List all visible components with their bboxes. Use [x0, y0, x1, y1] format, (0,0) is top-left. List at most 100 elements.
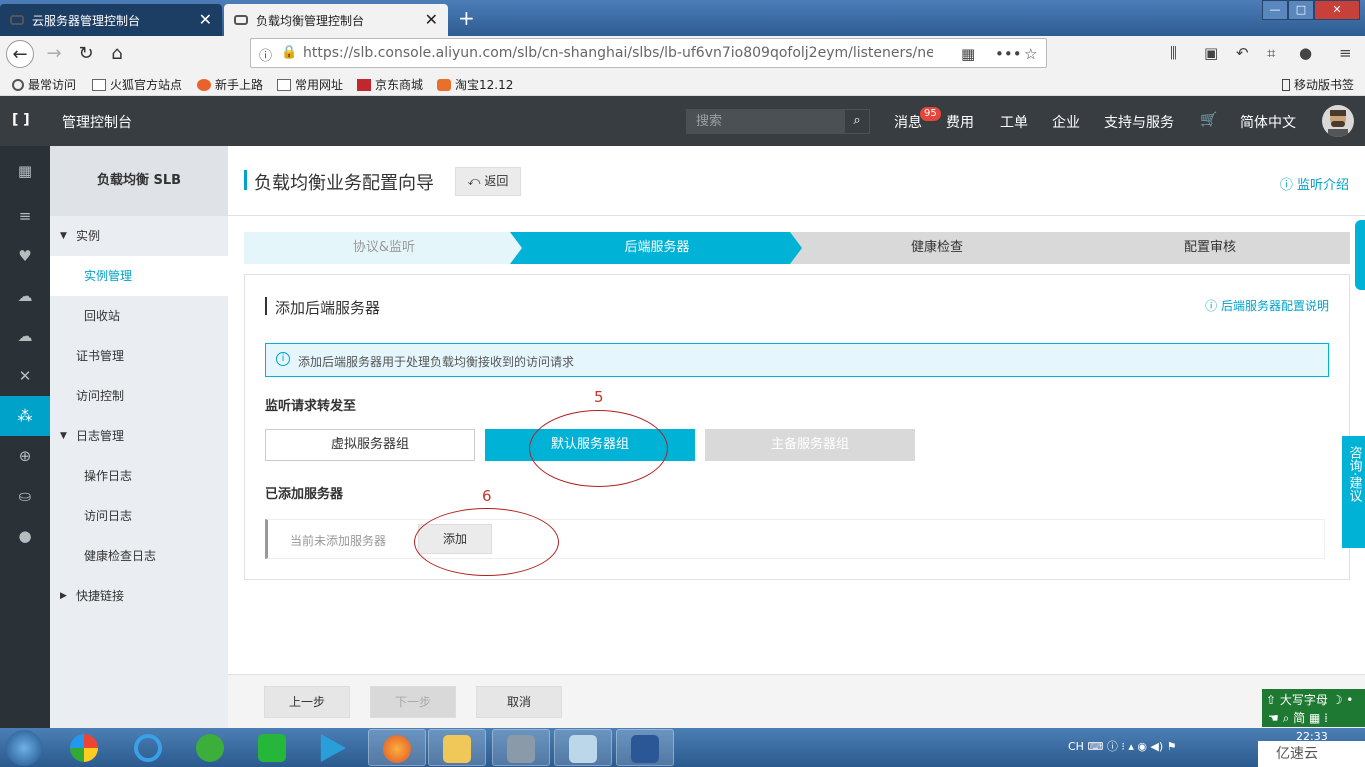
browser-tab-bar: 云服务器管理控制台 ✕ 负载均衡管理控制台 ✕ + — □ ✕: [0, 0, 1365, 36]
taskbar-app-firefox[interactable]: [368, 729, 426, 766]
reload-icon[interactable]: ↻: [72, 40, 100, 68]
home-icon[interactable]: ⌂: [103, 40, 131, 68]
qrcode-icon[interactable]: ▦: [961, 45, 975, 63]
cart-icon[interactable]: 🛒: [1200, 112, 1217, 128]
sidebar-item-quick-links[interactable]: ▶ 快捷链接: [50, 576, 228, 616]
bookmark-getting-started[interactable]: 新手上路: [197, 76, 263, 93]
panel-title-bar: [265, 297, 267, 315]
circle-icon[interactable]: ●: [0, 516, 50, 556]
sidebar-item-access-logs[interactable]: 访问日志: [50, 496, 228, 536]
forward-arrow-icon[interactable]: →: [40, 40, 68, 68]
bookmark-mobile[interactable]: 移动版书签: [1282, 76, 1354, 93]
next-step-button[interactable]: 下一步: [370, 686, 456, 718]
taskbar-app-iqiyi[interactable]: [244, 729, 302, 766]
language-indicator[interactable]: CH: [1068, 740, 1084, 753]
back-button[interactable]: ⤺ 返回: [455, 167, 521, 196]
bookmark-star-icon[interactable]: ☆: [1024, 45, 1037, 63]
bookmark-common-sites[interactable]: 常用网址: [277, 76, 343, 93]
shield-icon[interactable]: ♥: [0, 236, 50, 276]
sidebar-item-recycle-bin[interactable]: 回收站: [50, 296, 228, 336]
previous-step-button[interactable]: 上一步: [264, 686, 350, 718]
close-tab-icon[interactable]: ✕: [199, 10, 212, 29]
maximize-window-button[interactable]: □: [1288, 0, 1314, 20]
sidebar-item-health-check-logs[interactable]: 健康检查日志: [50, 536, 228, 576]
side-drawer-tab[interactable]: [1355, 220, 1365, 290]
listener-intro-link[interactable]: ⓘ 监听介绍: [1280, 174, 1349, 193]
step-backend-servers[interactable]: 后端服务器: [510, 232, 804, 264]
primary-backup-server-group-button[interactable]: 主备服务器组: [705, 429, 915, 461]
nav-tickets[interactable]: 工单: [1000, 112, 1028, 132]
nav-messages[interactable]: 消息: [894, 112, 922, 132]
search-icon[interactable]: ⌕: [844, 109, 870, 134]
browser-tab-ecs[interactable]: 云服务器管理控制台 ✕: [0, 4, 222, 36]
taskbar-app-player[interactable]: [304, 729, 362, 766]
tray-icons[interactable]: ⌨ ⓘ ⁝ ▴ ◉ ◀) ⚑: [1084, 740, 1176, 753]
feedback-widget[interactable]: 咨询·建议: [1342, 436, 1365, 548]
bookmarks-bar: 最常访问 火狐官方站点 新手上路 常用网址 京东商城 淘宝12.12 移动版书签: [0, 72, 1365, 96]
library-icon[interactable]: ⫼: [1170, 44, 1177, 62]
sidebar-item-instance-management[interactable]: 实例管理: [50, 256, 228, 296]
windows-taskbar: CH ⌨ ⓘ ⁝ ▴ ◉ ◀) ⚑ 22:33: [0, 728, 1365, 767]
sidebar-item-instances[interactable]: ▼ 实例: [50, 216, 228, 256]
taskbar-app-360[interactable]: [182, 729, 240, 766]
info-icon[interactable]: ⓘ: [259, 45, 272, 64]
backend-config-help-link[interactable]: ⓘ 后端服务器配置说明: [1205, 297, 1329, 314]
url-text[interactable]: https://slb.console.aliyun.com/slb/cn-sh…: [303, 45, 933, 61]
sidebar-item-operation-logs[interactable]: 操作日志: [50, 456, 228, 496]
feedback-label: 咨询·建议: [1346, 446, 1362, 503]
address-bar[interactable]: ⓘ 🔒 https://slb.console.aliyun.com/slb/c…: [250, 38, 1047, 68]
database-icon[interactable]: ⛀: [0, 476, 50, 516]
browser-tab-slb[interactable]: 负载均衡管理控制台 ✕: [224, 4, 448, 36]
chat-icon[interactable]: ●: [1299, 44, 1312, 62]
avatar[interactable]: [1322, 105, 1354, 137]
nav-language[interactable]: 简体中文: [1240, 112, 1296, 132]
more-actions-icon[interactable]: •••: [995, 45, 1022, 63]
bookmark-taobao[interactable]: 淘宝12.12: [437, 76, 513, 93]
step-health-check[interactable]: 健康检查: [790, 232, 1084, 264]
sidebar-title: 负载均衡 SLB: [50, 146, 228, 216]
close-tab-icon[interactable]: ✕: [425, 10, 438, 29]
taskbar-app-word[interactable]: [616, 729, 674, 766]
step-review[interactable]: 配置审核: [1070, 232, 1350, 264]
virtual-server-group-button[interactable]: 虚拟服务器组: [265, 429, 475, 461]
undo-icon[interactable]: ↶: [1236, 44, 1249, 62]
sidebar-item-logs[interactable]: ▼ 日志管理: [50, 416, 228, 456]
cancel-button[interactable]: 取消: [476, 686, 562, 718]
crop-icon[interactable]: ⌗: [1267, 44, 1275, 62]
nav-billing[interactable]: 费用: [946, 112, 974, 132]
nav-support[interactable]: 支持与服务: [1104, 112, 1174, 132]
taskbar-app-ie[interactable]: [120, 729, 178, 766]
messages-badge: 95: [920, 107, 941, 121]
search-input[interactable]: [686, 109, 844, 134]
minimize-window-button[interactable]: —: [1262, 0, 1288, 20]
sidebar-icon[interactable]: ▣: [1204, 44, 1218, 62]
bookmark-firefox-site[interactable]: 火狐官方站点: [92, 76, 182, 93]
bookmark-most-visited[interactable]: 最常访问: [12, 76, 76, 93]
console-title[interactable]: 管理控制台: [62, 112, 132, 132]
menu-icon[interactable]: ≡: [1339, 44, 1352, 62]
network-icon[interactable]: ✕: [0, 356, 50, 396]
globe-icon[interactable]: ⊕: [0, 436, 50, 476]
nav-enterprise[interactable]: 企业: [1052, 112, 1080, 132]
cloud-upload-icon[interactable]: ☁: [0, 316, 50, 356]
bookmark-jd[interactable]: 京东商城: [357, 76, 423, 93]
taskbar-app-notes[interactable]: [554, 729, 612, 766]
sidebar-item-access-control[interactable]: 访问控制: [50, 376, 228, 416]
server-icon[interactable]: ≡: [0, 196, 50, 236]
ime-toolbar[interactable]: ⇧ 大写字母 ☽ • ☚ ⌕ 简 ▦ ⁞: [1262, 689, 1365, 727]
close-window-button[interactable]: ✕: [1314, 0, 1360, 20]
cloud-icon[interactable]: ☁: [0, 276, 50, 316]
taskbar-app-remote[interactable]: [492, 729, 550, 766]
caret-down-icon: ▼: [60, 431, 67, 441]
firefox-icon: [197, 78, 211, 91]
sidebar-item-certificates[interactable]: 证书管理: [50, 336, 228, 376]
start-button[interactable]: [6, 730, 42, 766]
grid-icon[interactable]: ▦: [0, 151, 50, 191]
taskbar-app-explorer[interactable]: [428, 729, 486, 766]
new-tab-icon[interactable]: +: [458, 6, 475, 30]
taskbar-app-chrome[interactable]: [56, 729, 114, 766]
slb-icon[interactable]: ⁂: [0, 396, 50, 436]
step-protocol-listener[interactable]: 协议&监听: [244, 232, 524, 264]
aliyun-logo-icon[interactable]: [ ]: [12, 112, 30, 128]
back-arrow-icon[interactable]: ←: [6, 40, 34, 68]
